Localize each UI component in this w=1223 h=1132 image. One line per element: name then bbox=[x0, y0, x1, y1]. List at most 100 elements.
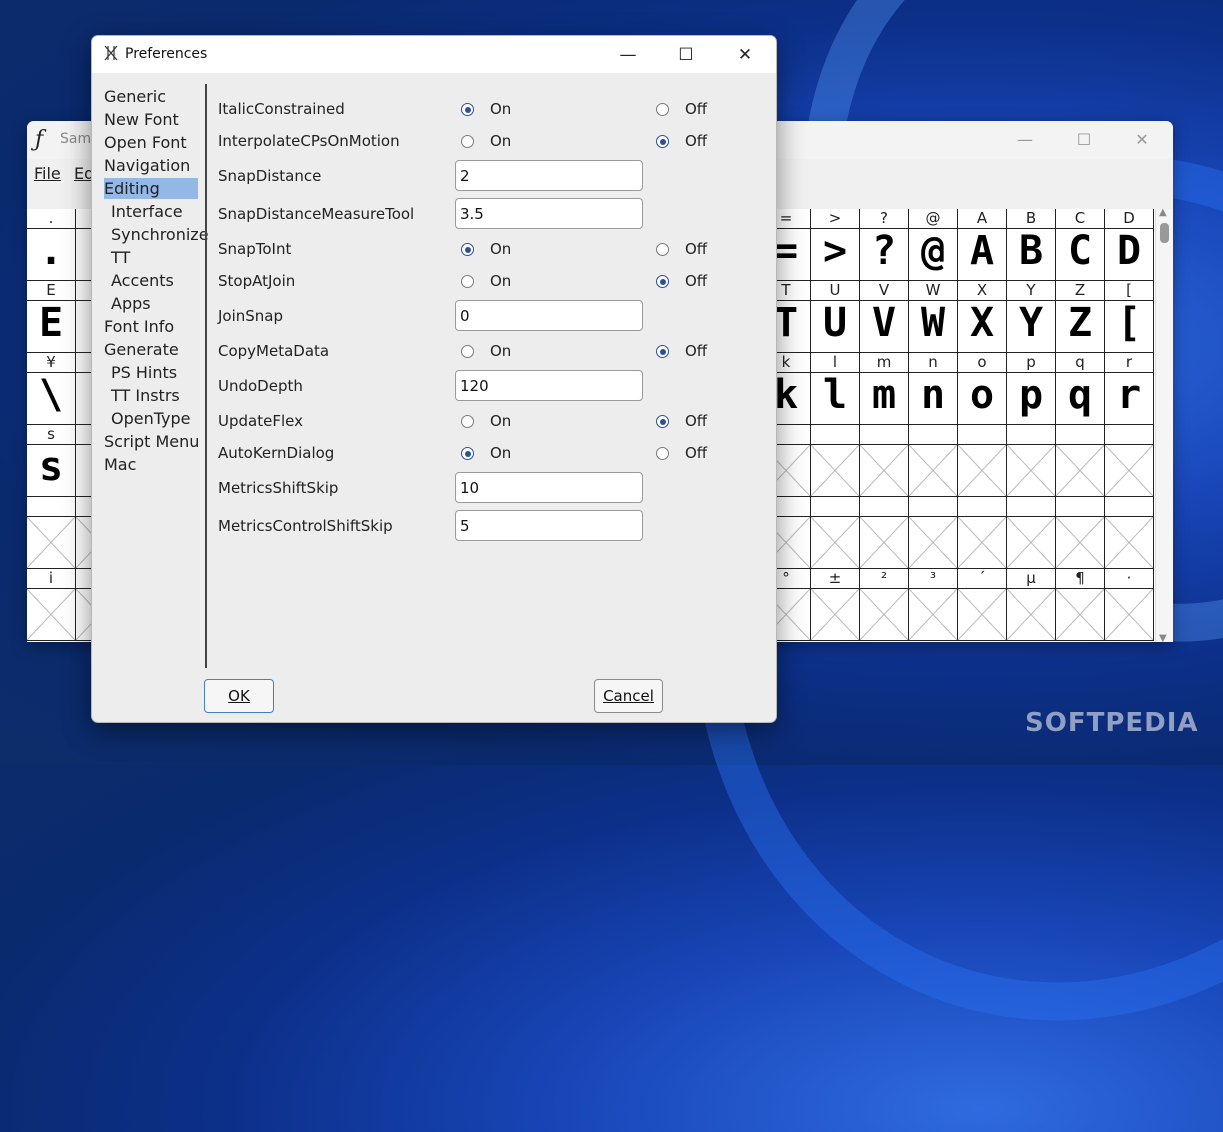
nav-item-open-font[interactable]: Open Font bbox=[104, 132, 187, 153]
glyph-cell[interactable]: WW bbox=[909, 281, 958, 353]
interpolate-cps-on-motion-off-radio[interactable] bbox=[656, 135, 669, 148]
glyph-cell[interactable]: ¶ bbox=[1056, 569, 1105, 641]
glyph-cell[interactable] bbox=[1105, 497, 1154, 569]
nav-item-editing[interactable]: Editing bbox=[104, 178, 198, 199]
update-flex-on-label[interactable]: On bbox=[490, 412, 511, 430]
nav-item-accents[interactable]: Accents bbox=[111, 270, 174, 291]
ok-button[interactable]: OK bbox=[204, 679, 274, 713]
nav-item-generic[interactable]: Generic bbox=[104, 86, 166, 107]
nav-item-tt[interactable]: TT bbox=[111, 247, 130, 268]
glyph-cell[interactable]: ³ bbox=[909, 569, 958, 641]
glyph-cell[interactable] bbox=[811, 497, 860, 569]
glyph-cell[interactable]: > > bbox=[811, 209, 860, 281]
glyph-grid-scrollbar[interactable]: ▲ ▼ bbox=[1155, 207, 1173, 642]
glyph-cell[interactable]: pp bbox=[1007, 353, 1056, 425]
nav-item-new-font[interactable]: New Font bbox=[104, 109, 179, 130]
metrics-shift-skip-input[interactable] bbox=[455, 472, 643, 503]
glyph-cell[interactable]: ´ bbox=[958, 569, 1007, 641]
nav-item-interface[interactable]: Interface bbox=[111, 201, 183, 222]
interpolate-cps-on-motion-off-label[interactable]: Off bbox=[685, 132, 707, 150]
nav-item-tt-instrs[interactable]: TT Instrs bbox=[111, 385, 180, 406]
italic-constrained-on-radio[interactable] bbox=[461, 103, 474, 116]
auto-kern-dialog-on-radio[interactable] bbox=[461, 447, 474, 460]
glyph-cell[interactable]: ss bbox=[27, 425, 76, 497]
glyph-cell[interactable] bbox=[1056, 497, 1105, 569]
glyph-cell[interactable] bbox=[909, 497, 958, 569]
update-flex-off-label[interactable]: Off bbox=[685, 412, 707, 430]
auto-kern-dialog-off-label[interactable]: Off bbox=[685, 444, 707, 462]
glyph-cell[interactable]: EE bbox=[27, 281, 76, 353]
nav-item-generate[interactable]: Generate bbox=[104, 339, 179, 360]
nav-item-ps-hints[interactable]: PS Hints bbox=[111, 362, 177, 383]
glyph-cell[interactable]: ?? bbox=[860, 209, 909, 281]
glyph-cell[interactable]: [[ bbox=[1105, 281, 1154, 353]
copy-meta-data-off-radio[interactable] bbox=[656, 345, 669, 358]
glyph-cell[interactable]: BB bbox=[1007, 209, 1056, 281]
glyph-cell[interactable] bbox=[860, 497, 909, 569]
nav-item-opentype[interactable]: OpenType bbox=[111, 408, 190, 429]
stop-at-join-off-label[interactable]: Off bbox=[685, 272, 707, 290]
glyph-cell[interactable]: · bbox=[1105, 569, 1154, 641]
glyph-cell[interactable]: ll bbox=[811, 353, 860, 425]
snap-to-int-off-label[interactable]: Off bbox=[685, 240, 707, 258]
metrics-control-shift-skip-input[interactable] bbox=[455, 510, 643, 541]
snap-distance-input[interactable] bbox=[455, 160, 643, 191]
maximize-icon[interactable]: ☐ bbox=[1061, 127, 1107, 153]
glyph-cell[interactable] bbox=[860, 425, 909, 497]
glyph-cell[interactable]: AA bbox=[958, 209, 1007, 281]
glyph-cell[interactable]: UU bbox=[811, 281, 860, 353]
nav-item-script-menu[interactable]: Script Menu bbox=[104, 431, 199, 452]
italic-constrained-on-label[interactable]: On bbox=[490, 100, 511, 118]
glyph-cell[interactable] bbox=[1056, 425, 1105, 497]
glyph-cell[interactable] bbox=[958, 425, 1007, 497]
glyph-cell[interactable] bbox=[1007, 497, 1056, 569]
stop-at-join-on-radio[interactable] bbox=[461, 275, 474, 288]
undo-depth-input[interactable] bbox=[455, 370, 643, 401]
scrollbar-thumb[interactable] bbox=[1160, 223, 1169, 243]
glyph-cell[interactable]: CC bbox=[1056, 209, 1105, 281]
stop-at-join-on-label[interactable]: On bbox=[490, 272, 511, 290]
glyph-cell[interactable]: qq bbox=[1056, 353, 1105, 425]
glyph-cell[interactable]: rr bbox=[1105, 353, 1154, 425]
close-icon[interactable]: ✕ bbox=[1119, 127, 1165, 153]
glyph-cell[interactable]: XX bbox=[958, 281, 1007, 353]
nav-item-font-info[interactable]: Font Info bbox=[104, 316, 174, 337]
menu-file[interactable]: File bbox=[34, 164, 61, 183]
stop-at-join-off-radio[interactable] bbox=[656, 275, 669, 288]
minimize-icon[interactable]: — bbox=[605, 41, 651, 69]
copy-meta-data-off-label[interactable]: Off bbox=[685, 342, 707, 360]
maximize-icon[interactable]: ☐ bbox=[663, 41, 709, 69]
interpolate-cps-on-motion-on-label[interactable]: On bbox=[490, 132, 511, 150]
scroll-up-icon[interactable]: ▲ bbox=[1159, 207, 1167, 218]
glyph-cell[interactable] bbox=[811, 425, 860, 497]
snap-to-int-off-radio[interactable] bbox=[656, 243, 669, 256]
interpolate-cps-on-motion-on-radio[interactable] bbox=[461, 135, 474, 148]
minimize-icon[interactable]: — bbox=[1002, 127, 1048, 153]
glyph-cell[interactable] bbox=[958, 497, 1007, 569]
glyph-cell[interactable]: DD bbox=[1105, 209, 1154, 281]
glyph-cell[interactable]: YY bbox=[1007, 281, 1056, 353]
nav-item-apps[interactable]: Apps bbox=[111, 293, 151, 314]
auto-kern-dialog-on-label[interactable]: On bbox=[490, 444, 511, 462]
glyph-cell[interactable]: mm bbox=[860, 353, 909, 425]
glyph-cell[interactable]: ¥ \ bbox=[27, 353, 76, 425]
join-snap-input[interactable] bbox=[455, 300, 643, 331]
copy-meta-data-on-label[interactable]: On bbox=[490, 342, 511, 360]
glyph-cell[interactable] bbox=[1007, 425, 1056, 497]
glyph-cell[interactable]: oo bbox=[958, 353, 1007, 425]
nav-item-mac[interactable]: Mac bbox=[104, 454, 136, 475]
glyph-cell[interactable]: nn bbox=[909, 353, 958, 425]
glyph-cell[interactable]: ZZ bbox=[1056, 281, 1105, 353]
snap-to-int-on-radio[interactable] bbox=[461, 243, 474, 256]
close-icon[interactable]: ✕ bbox=[722, 41, 768, 69]
italic-constrained-off-radio[interactable] bbox=[656, 103, 669, 116]
glyph-cell[interactable]: VV bbox=[860, 281, 909, 353]
snap-distance-measure-tool-input[interactable] bbox=[455, 198, 643, 229]
glyph-cell[interactable]: ± bbox=[811, 569, 860, 641]
glyph-cell[interactable] bbox=[27, 497, 76, 569]
glyph-cell[interactable] bbox=[1105, 425, 1154, 497]
glyph-cell[interactable]: @ @ bbox=[909, 209, 958, 281]
italic-constrained-off-label[interactable]: Off bbox=[685, 100, 707, 118]
copy-meta-data-on-radio[interactable] bbox=[461, 345, 474, 358]
nav-item-navigation[interactable]: Navigation bbox=[104, 155, 190, 176]
